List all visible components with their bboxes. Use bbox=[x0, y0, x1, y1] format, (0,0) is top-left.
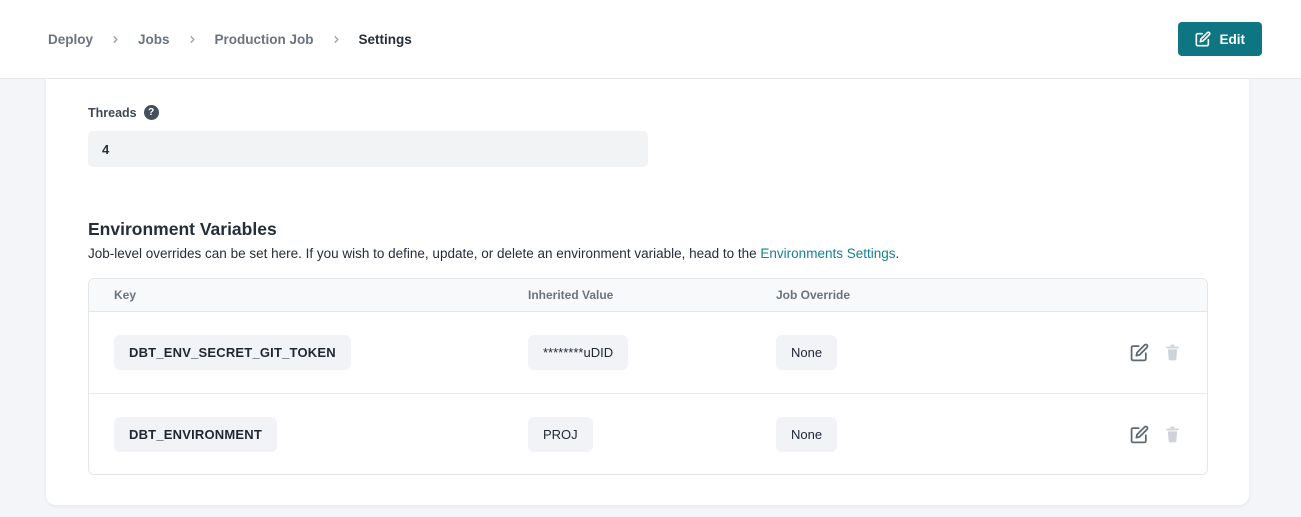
env-var-job-override: None bbox=[776, 335, 837, 370]
column-header-inherited-value: Inherited Value bbox=[528, 288, 776, 302]
env-var-inherited-value: PROJ bbox=[528, 417, 593, 452]
edit-pencil-icon bbox=[1195, 31, 1211, 47]
table-row: DBT_ENVIRONMENT PROJ None bbox=[89, 393, 1207, 474]
top-bar: Deploy Jobs Production Job Settings Edit bbox=[0, 0, 1301, 79]
help-icon[interactable]: ? bbox=[144, 105, 159, 120]
breadcrumb-item-production-job[interactable]: Production Job bbox=[215, 32, 314, 47]
row-delete-icon[interactable] bbox=[1163, 343, 1182, 362]
env-var-inherited-value: ********uDID bbox=[528, 335, 628, 370]
env-vars-description-period: . bbox=[896, 246, 900, 261]
breadcrumb: Deploy Jobs Production Job Settings bbox=[48, 32, 412, 47]
env-var-key: DBT_ENVIRONMENT bbox=[114, 417, 277, 452]
chevron-right-icon bbox=[331, 34, 342, 45]
chevron-right-icon bbox=[110, 34, 121, 45]
settings-card: Threads ? Environment Variables Job-leve… bbox=[46, 79, 1249, 505]
row-edit-icon[interactable] bbox=[1130, 425, 1149, 444]
column-header-key: Key bbox=[114, 288, 528, 302]
row-edit-icon[interactable] bbox=[1130, 343, 1149, 362]
env-vars-table: Key Inherited Value Job Override DBT_ENV… bbox=[88, 278, 1208, 475]
breadcrumb-item-jobs[interactable]: Jobs bbox=[138, 32, 170, 47]
table-header-row: Key Inherited Value Job Override bbox=[89, 279, 1207, 312]
env-var-key: DBT_ENV_SECRET_GIT_TOKEN bbox=[114, 335, 351, 370]
env-vars-description: Job-level overrides can be set here. If … bbox=[88, 246, 1208, 261]
edit-button-label: Edit bbox=[1220, 32, 1246, 47]
environments-settings-link[interactable]: Environments Settings bbox=[760, 246, 895, 261]
breadcrumb-item-deploy[interactable]: Deploy bbox=[48, 32, 93, 47]
table-row: DBT_ENV_SECRET_GIT_TOKEN ********uDID No… bbox=[89, 312, 1207, 393]
row-delete-icon[interactable] bbox=[1163, 425, 1182, 444]
threads-input[interactable] bbox=[88, 131, 648, 167]
edit-button[interactable]: Edit bbox=[1178, 22, 1263, 56]
env-vars-description-text: Job-level overrides can be set here. If … bbox=[88, 246, 760, 261]
env-var-job-override: None bbox=[776, 417, 837, 452]
column-header-job-override: Job Override bbox=[776, 288, 1112, 302]
threads-label: Threads bbox=[88, 106, 137, 120]
chevron-right-icon bbox=[187, 34, 198, 45]
env-vars-title: Environment Variables bbox=[88, 219, 1208, 240]
breadcrumb-item-settings: Settings bbox=[359, 32, 412, 47]
